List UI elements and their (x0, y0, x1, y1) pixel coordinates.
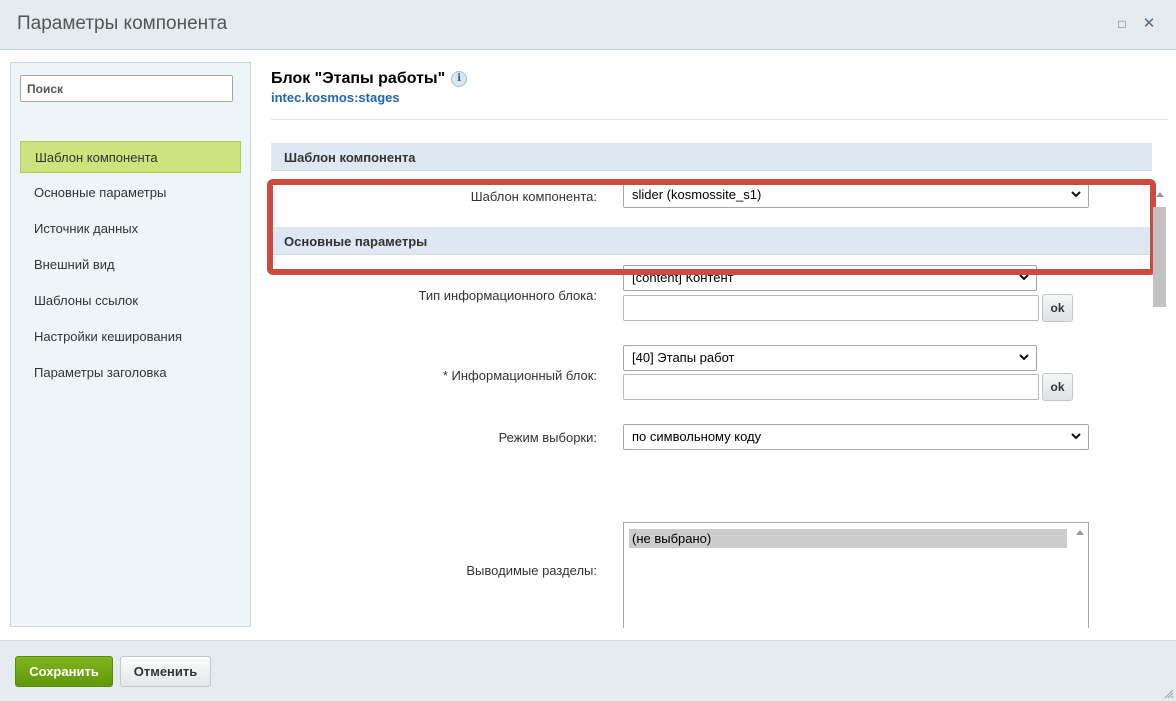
scroll-up-icon[interactable] (1076, 530, 1084, 535)
iblock-input[interactable] (623, 374, 1039, 400)
sidebar: Шаблон компонента Основные параметры Ист… (10, 62, 251, 627)
sections-label: Выводимые разделы: (466, 563, 597, 578)
close-icon[interactable]: ✕ (1141, 16, 1157, 32)
chevron-down-icon (1019, 354, 1029, 361)
component-title: Блок "Этапы работы" (271, 70, 446, 87)
form-scrollbar[interactable] (1152, 188, 1168, 673)
resize-grip-icon[interactable] (1164, 689, 1174, 699)
header-divider (271, 119, 1168, 120)
iblock-type-ok-button[interactable]: ok (1042, 294, 1073, 322)
iblock-ok-button[interactable]: ok (1042, 373, 1073, 401)
scroll-up-icon[interactable] (1156, 192, 1164, 197)
iblock-label: * Информационный блок: (442, 368, 597, 383)
iblock-type-select[interactable]: [content] Контент (623, 265, 1037, 291)
scrollbar-thumb[interactable] (1153, 207, 1166, 307)
template-select[interactable]: slider (kosmossite_s1) (623, 182, 1089, 208)
sidebar-item-appearance[interactable]: Внешний вид (20, 249, 241, 281)
dialog-footer: Сохранить Отменить (0, 640, 1176, 701)
iblock-type-label: Тип информационного блока: (418, 288, 597, 303)
chevron-down-icon (1071, 433, 1081, 440)
section-basic-heading: Основные параметры (271, 227, 1152, 255)
dialog-title: Параметры компонента (17, 13, 228, 34)
multiselect-scrollbar[interactable] (1072, 523, 1088, 628)
sidebar-item-link-templates[interactable]: Шаблоны ссылок (20, 285, 241, 317)
maximize-icon[interactable]: □ (1114, 16, 1130, 32)
sidebar-item-title-params[interactable]: Параметры заголовка (20, 357, 241, 389)
component-header: Блок "Этапы работы" i intec.kosmos:stages (271, 70, 1168, 105)
sections-multiselect[interactable]: (не выбрано) (623, 522, 1089, 628)
params-form: Шаблон компонента Шаблон компонента: sli… (271, 138, 1168, 628)
iblock-select[interactable]: [40] Этапы работ (623, 345, 1037, 371)
chevron-down-icon (1071, 191, 1081, 198)
sidebar-item-data-source[interactable]: Источник данных (20, 213, 241, 245)
iblock-type-value: [content] Контент (632, 270, 734, 285)
sections-option[interactable]: (не выбрано) (629, 529, 1067, 548)
save-button[interactable]: Сохранить (15, 656, 113, 687)
sidebar-item-cache-settings[interactable]: Настройки кеширования (20, 321, 241, 353)
dialog-titlebar: Параметры компонента □ ✕ (0, 0, 1176, 50)
sidebar-item-basic-params[interactable]: Основные параметры (20, 177, 241, 209)
template-label: Шаблон компонента: (470, 189, 597, 204)
info-icon[interactable]: i (451, 71, 468, 87)
template-select-value: slider (kosmossite_s1) (632, 187, 762, 202)
section-template-heading: Шаблон компонента (271, 143, 1152, 171)
iblock-type-input[interactable] (623, 295, 1039, 321)
mode-select[interactable]: по символьному коду (623, 424, 1089, 450)
mode-label: Режим выборки: (498, 430, 597, 445)
sidebar-item-template[interactable]: Шаблон компонента (20, 141, 241, 173)
chevron-down-icon (1019, 274, 1029, 281)
mode-value: по символьному коду (632, 429, 762, 444)
search-input[interactable] (20, 75, 233, 102)
cancel-button[interactable]: Отменить (120, 656, 211, 687)
dialog-content: Шаблон компонента Основные параметры Ист… (0, 50, 1176, 665)
sidebar-nav: Шаблон компонента Основные параметры Ист… (20, 141, 241, 393)
component-code: intec.kosmos:stages (271, 90, 400, 105)
iblock-value: [40] Этапы работ (632, 350, 735, 365)
